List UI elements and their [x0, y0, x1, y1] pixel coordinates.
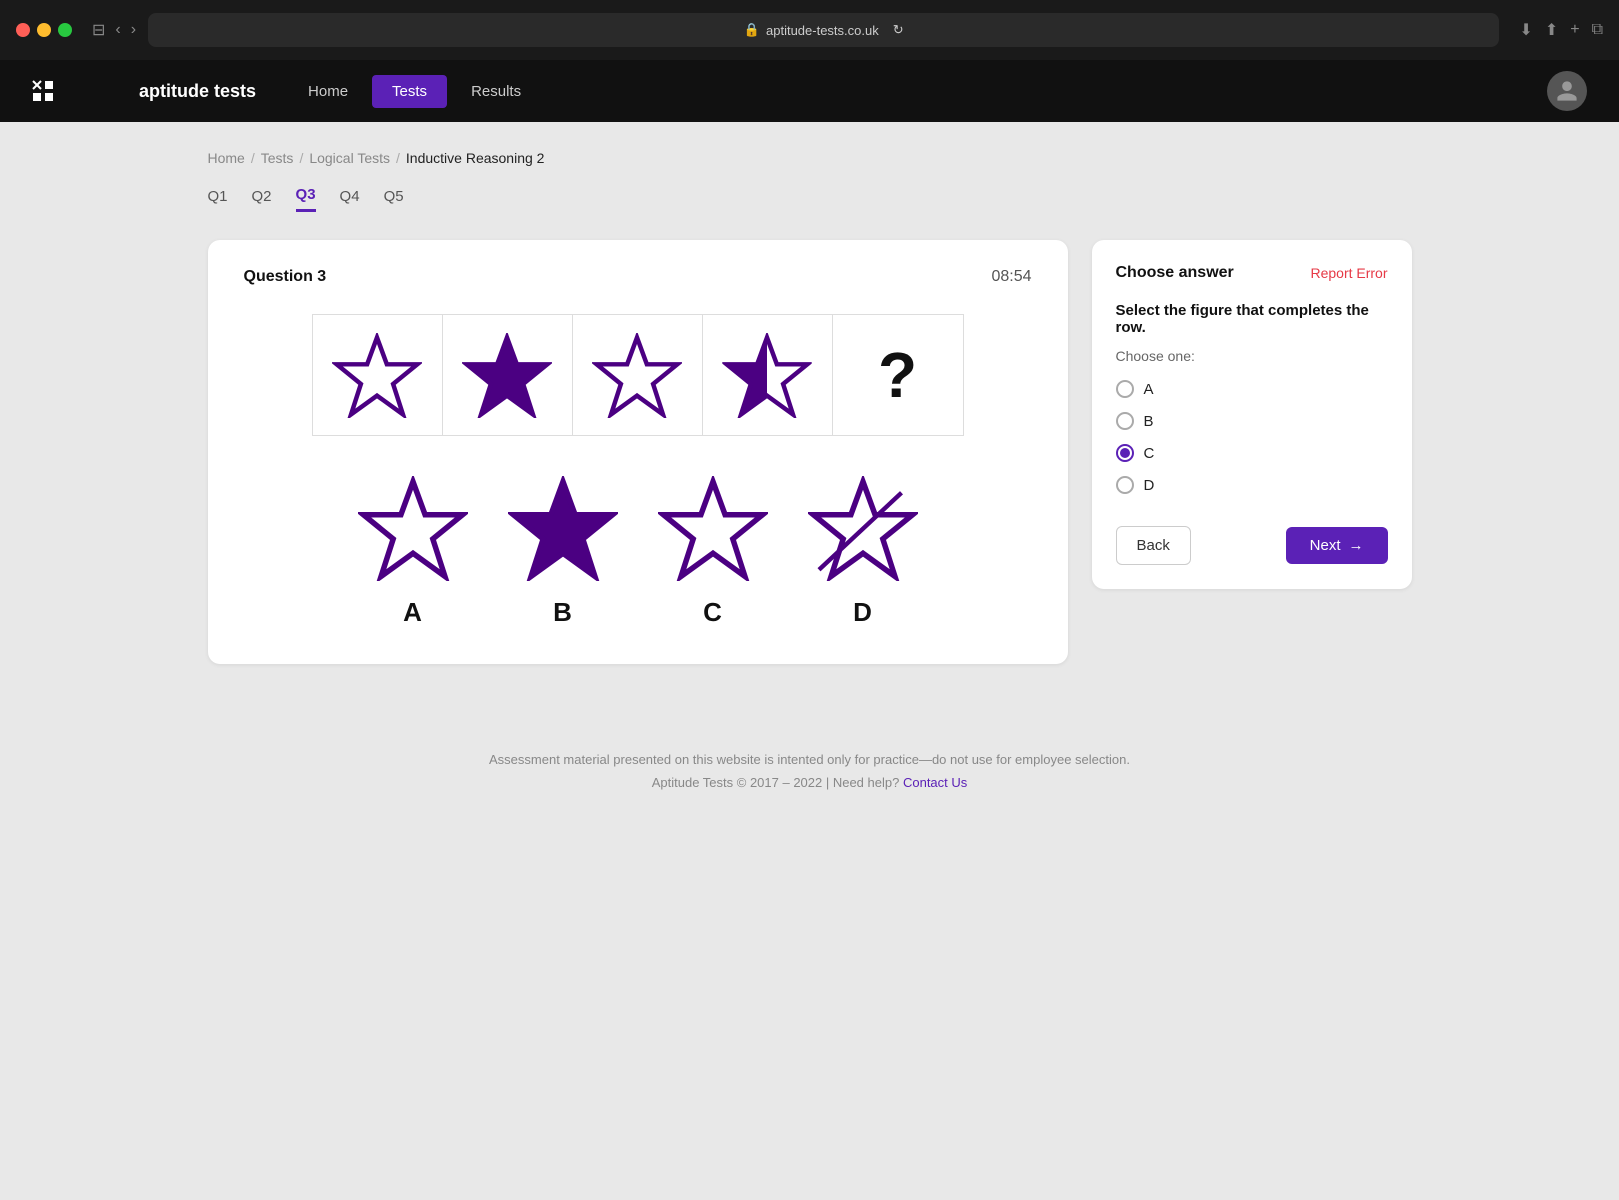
forward-icon[interactable]: ›: [131, 20, 136, 40]
question-title: Question 3: [244, 268, 327, 286]
arrow-right-icon: →: [1349, 537, 1364, 554]
footer-contact-link[interactable]: Contact Us: [903, 775, 967, 790]
url-text: aptitude-tests.co.uk: [766, 23, 879, 38]
question-mark: ?: [878, 338, 917, 412]
star-cell-1: [313, 315, 443, 435]
nav-items: Home Tests Results: [288, 75, 541, 108]
star-outline-1: [332, 333, 422, 418]
breadcrumb-home[interactable]: Home: [208, 150, 245, 166]
minimize-dot[interactable]: [37, 23, 51, 37]
radio-option-a[interactable]: A: [1116, 380, 1388, 398]
radio-option-c[interactable]: C: [1116, 444, 1388, 462]
new-tab-icon[interactable]: +: [1570, 20, 1579, 40]
next-label: Next: [1310, 537, 1341, 554]
radio-input-b[interactable]: [1116, 412, 1134, 430]
radio-input-c[interactable]: [1116, 444, 1134, 462]
answer-option-d: D: [808, 476, 918, 628]
answer-label-c: C: [703, 597, 722, 628]
back-button[interactable]: Back: [1116, 526, 1191, 565]
answer-label-d: D: [853, 597, 872, 628]
radio-option-d[interactable]: D: [1116, 476, 1388, 494]
top-nav: aptitude tests Home Tests Results: [0, 60, 1619, 122]
tab-q1[interactable]: Q1: [208, 186, 228, 212]
next-button[interactable]: Next →: [1286, 527, 1388, 564]
share-icon[interactable]: ⬆: [1545, 20, 1558, 40]
tab-q2[interactable]: Q2: [252, 186, 272, 212]
panel-buttons: Back Next →: [1116, 526, 1388, 565]
question-card: Question 3 08:54: [208, 240, 1068, 664]
user-icon: [1555, 79, 1579, 103]
star-half-4: [722, 333, 812, 418]
answer-star-d: [808, 476, 918, 581]
content-area: Question 3 08:54: [208, 240, 1412, 664]
logo: aptitude tests: [32, 80, 256, 102]
logo-symbol: [32, 80, 54, 102]
logo-text: aptitude tests: [139, 81, 256, 102]
footer: Assessment material presented on this we…: [0, 712, 1619, 810]
report-error-link[interactable]: Report Error: [1310, 265, 1387, 281]
star-cell-question: ?: [833, 315, 963, 435]
breadcrumb: Home / Tests / Logical Tests / Inductive…: [208, 150, 1412, 166]
answer-star-a: [358, 476, 468, 581]
browser-right-icons: ⬇ ⬆ + ⧉: [1519, 20, 1603, 40]
back-icon[interactable]: ‹: [115, 20, 120, 40]
browser-chrome: ⊟ ‹ › 🔒 aptitude-tests.co.uk ↻ ⬇ ⬆ + ⧉: [0, 0, 1619, 60]
answer-option-b: B: [508, 476, 618, 628]
main-content: Home / Tests / Logical Tests / Inductive…: [160, 122, 1460, 712]
maximize-dot[interactable]: [58, 23, 72, 37]
answer-star-b: [508, 476, 618, 581]
address-bar[interactable]: 🔒 aptitude-tests.co.uk ↻: [148, 13, 1499, 47]
tab-q3[interactable]: Q3: [296, 186, 316, 212]
radio-input-a[interactable]: [1116, 380, 1134, 398]
radio-label-a: A: [1144, 381, 1154, 398]
footer-copyright: Aptitude Tests © 2017 – 2022 | Need help…: [16, 775, 1603, 790]
logo-icon: [32, 80, 129, 102]
answer-option-c: C: [658, 476, 768, 628]
panel-instruction: Select the figure that completes the row…: [1116, 302, 1388, 336]
breadcrumb-tests[interactable]: Tests: [261, 150, 294, 166]
star-outline-3: [592, 333, 682, 418]
user-avatar[interactable]: [1547, 71, 1587, 111]
download-icon[interactable]: ⬇: [1519, 20, 1532, 40]
star-grid: ?: [312, 314, 964, 436]
nav-results[interactable]: Results: [451, 75, 541, 108]
answer-panel: Choose answer Report Error Select the fi…: [1092, 240, 1412, 589]
panel-header: Choose answer Report Error: [1116, 264, 1388, 282]
windows-icon[interactable]: ⧉: [1592, 20, 1603, 40]
question-tabs: Q1 Q2 Q3 Q4 Q5: [208, 186, 1412, 212]
radio-label-b: B: [1144, 413, 1154, 430]
radio-label-d: D: [1144, 477, 1155, 494]
star-cell-3: [573, 315, 703, 435]
nav-home[interactable]: Home: [288, 75, 368, 108]
sidebar-toggle-icon[interactable]: ⊟: [92, 20, 105, 40]
tab-q4[interactable]: Q4: [340, 186, 360, 212]
star-cell-2: [443, 315, 573, 435]
browser-dots: [16, 23, 72, 37]
radio-label-c: C: [1144, 445, 1155, 462]
answer-options: A B C: [244, 476, 1032, 628]
panel-title: Choose answer: [1116, 264, 1234, 282]
answer-star-c: [658, 476, 768, 581]
tab-q5[interactable]: Q5: [384, 186, 404, 212]
lock-icon: 🔒: [744, 22, 760, 38]
radio-option-b[interactable]: B: [1116, 412, 1388, 430]
answer-option-a: A: [358, 476, 468, 628]
close-dot[interactable]: [16, 23, 30, 37]
star-cell-4: [703, 315, 833, 435]
breadcrumb-current: Inductive Reasoning 2: [406, 150, 545, 166]
answer-label-b: B: [553, 597, 572, 628]
footer-disclaimer: Assessment material presented on this we…: [16, 752, 1603, 767]
question-timer: 08:54: [991, 268, 1031, 286]
breadcrumb-logical-tests[interactable]: Logical Tests: [309, 150, 390, 166]
radio-input-d[interactable]: [1116, 476, 1134, 494]
reload-icon[interactable]: ↻: [893, 22, 904, 38]
answer-label-a: A: [403, 597, 422, 628]
question-header: Question 3 08:54: [244, 268, 1032, 286]
radio-options: A B C D: [1116, 380, 1388, 494]
browser-nav-icons: ⊟ ‹ ›: [92, 20, 136, 40]
choose-one-label: Choose one:: [1116, 348, 1388, 364]
star-filled-2: [462, 333, 552, 418]
nav-tests[interactable]: Tests: [372, 75, 447, 108]
